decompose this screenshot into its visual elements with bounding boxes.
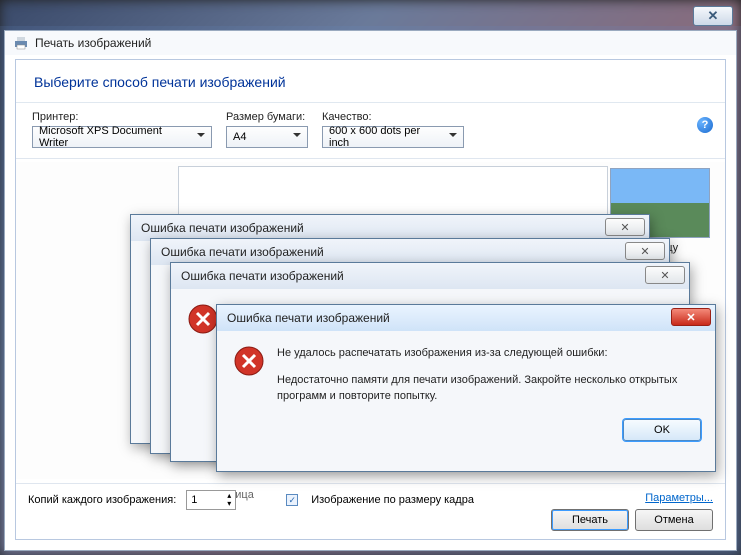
error-message-heading: Не удалось распечатать изображения из-за… — [277, 345, 699, 362]
paper-size-select[interactable]: A4 — [226, 126, 308, 148]
close-icon: ✕ — [620, 221, 629, 234]
error-icon — [187, 303, 219, 335]
printer-label: Принтер: — [32, 111, 212, 123]
error-dialog-title: Ошибка печати изображений — [141, 221, 304, 235]
fit-frame-label: Изображение по размеру кадра — [311, 494, 474, 506]
quality-select[interactable]: 600 x 600 dots per inch — [322, 126, 464, 148]
bg-window-close-button[interactable]: ✕ — [693, 6, 733, 26]
error-dialog-title: Ошибка печати изображений — [161, 245, 324, 259]
error-dialog-front: Ошибка печати изображений ✕ Не удалось р… — [216, 304, 716, 472]
close-icon: ✕ — [640, 245, 649, 258]
fit-frame-checkbox[interactable]: ✓ — [286, 494, 298, 506]
close-icon: ✕ — [660, 269, 669, 282]
printer-select[interactable]: Microsoft XPS Document Writer — [32, 126, 212, 148]
spinner-arrows-icon: ▴▾ — [227, 492, 231, 508]
print-button[interactable]: Печать — [551, 509, 629, 531]
quality-label: Качество: — [322, 111, 464, 123]
error-dialog-titlebar[interactable]: Ошибка печати изображений ✕ — [217, 305, 715, 331]
close-icon: ✕ — [708, 8, 719, 24]
error-dialog-body: Не удалось распечатать изображения из-за… — [217, 331, 715, 419]
paper-size-label: Размер бумаги: — [226, 111, 308, 123]
error-message-detail: Недостаточно памяти для печати изображен… — [277, 372, 699, 405]
page-heading: Выберите способ печати изображений — [16, 60, 725, 103]
error-close-button[interactable]: ✕ — [605, 218, 645, 236]
print-options-row: Принтер: Microsoft XPS Document Writer Р… — [16, 103, 725, 159]
printer-icon — [13, 35, 29, 51]
dialog-title: Печать изображений — [35, 36, 151, 50]
cancel-button[interactable]: Отмена — [635, 509, 713, 531]
help-icon[interactable]: ? — [697, 117, 713, 133]
close-icon: ✕ — [686, 311, 695, 324]
parameters-link[interactable]: Параметры... — [645, 492, 713, 504]
dialog-footer: Копий каждого изображения: 1 ▴▾ ✓ Изобра… — [16, 483, 725, 539]
error-close-button[interactable]: ✕ — [671, 308, 711, 326]
error-dialog-titlebar[interactable]: Ошибка печати изображений ✕ — [171, 263, 689, 289]
error-dialog-title: Ошибка печати изображений — [227, 311, 390, 325]
error-close-button[interactable]: ✕ — [645, 266, 685, 284]
error-icon — [233, 345, 265, 377]
copies-spinner[interactable]: 1 ▴▾ — [186, 490, 236, 510]
dialog-titlebar[interactable]: Печать изображений — [5, 31, 736, 55]
error-ok-button[interactable]: OK — [623, 419, 701, 441]
error-dialog-title: Ошибка печати изображений — [181, 269, 344, 283]
copies-label: Копий каждого изображения: — [28, 494, 176, 506]
error-close-button[interactable]: ✕ — [625, 242, 665, 260]
